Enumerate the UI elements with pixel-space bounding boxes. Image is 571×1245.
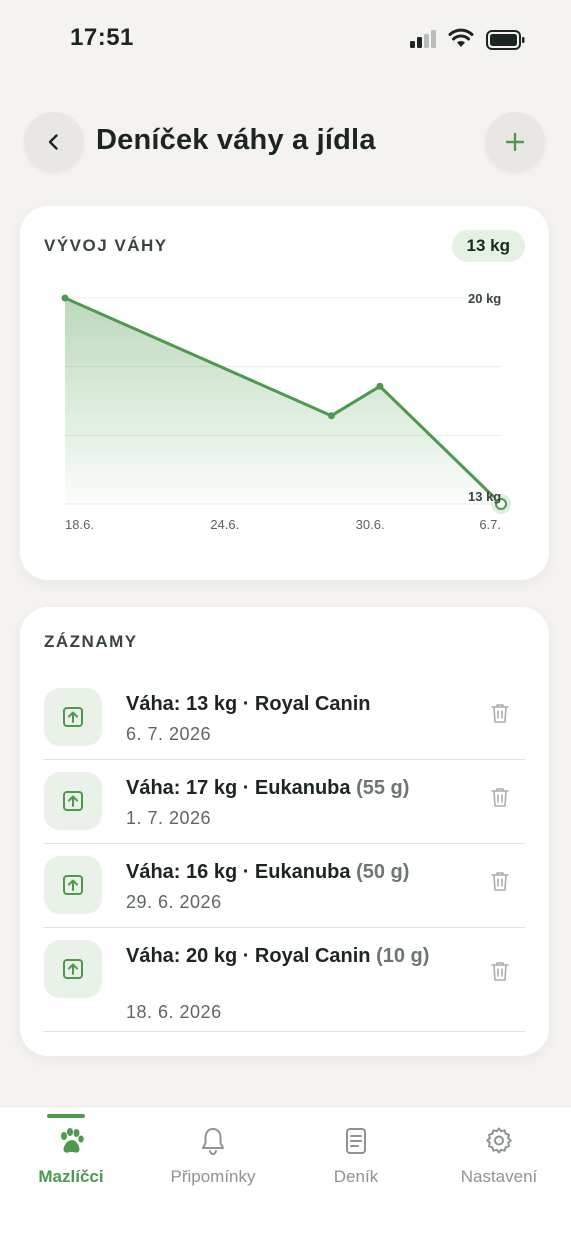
chart-x-tick-label: 30.6. (356, 517, 385, 532)
header: Deníček váhy a jídla (0, 112, 571, 174)
weight-up-icon (63, 791, 83, 811)
status-bar: 17:51 (0, 0, 571, 80)
entry-title: Váha: 16 kg · Eukanuba (50 g) (126, 861, 410, 883)
delete-entry-button[interactable] (488, 959, 512, 983)
entry-item[interactable]: Váha: 20 kg · Royal Canin (10 g) 18. 6. … (44, 940, 525, 1032)
plus-icon (505, 132, 525, 152)
entry-date: 29. 6. 2026 (126, 892, 222, 912)
cellular-signal-icon (410, 30, 436, 48)
entry-date: 1. 7. 2026 (126, 808, 212, 828)
weight-trend-card: VÝVOJ VÁHY 13 kg 20 kg 13 kg 18.6. 24.6. 30.… (20, 206, 549, 580)
chart-y-min-label: 13 kg (468, 489, 501, 504)
entry-type-badge (44, 856, 102, 914)
entries-heading: ZÁZNAMY (44, 632, 138, 651)
bell-icon (202, 1128, 224, 1156)
weight-up-icon (63, 959, 83, 979)
paw-icon (61, 1128, 84, 1153)
tab-journal[interactable]: Deník (285, 1107, 427, 1207)
entry-type-badge (44, 688, 102, 746)
tab-pets[interactable]: Mazlíčci (0, 1107, 142, 1207)
tab-label: Připomínky (170, 1167, 256, 1186)
entries-card: ZÁZNAMY Váha: 13 kg · Royal Canin 6. 7. … (20, 607, 549, 1056)
delete-entry-button[interactable] (488, 701, 512, 725)
tab-label: Deník (333, 1167, 379, 1186)
entry-title: Váha: 13 kg · Royal Canin (126, 693, 371, 715)
active-tab-indicator (47, 1114, 85, 1118)
entry-title: Váha: 20 kg · Royal Canin (10 g) (126, 945, 430, 967)
chart-point (61, 294, 69, 302)
trash-icon (491, 788, 509, 807)
back-button[interactable] (24, 112, 84, 172)
entry-type-badge (44, 940, 102, 998)
tab-bar: Mazlíčci Připomínky Deník Nastavení (0, 1106, 571, 1245)
page-title: Deníček váhy a jídla (96, 124, 376, 156)
divider (44, 759, 525, 760)
gear-icon (486, 1127, 512, 1154)
weight-chart: 20 kg 13 kg 18.6. 24.6. 30.6. 6.7. (61, 291, 511, 532)
tab-reminders[interactable]: Připomínky (142, 1107, 284, 1207)
battery-icon (486, 30, 525, 50)
entry-item[interactable]: Váha: 17 kg · Eukanuba (55 g) 1. 7. 2026 (44, 772, 525, 856)
chart-x-tick-label: 6.7. (479, 517, 501, 532)
tab-label: Mazlíčci (38, 1167, 104, 1186)
chart-x-tick-label: 18.6. (65, 517, 94, 532)
entry-date: 6. 7. 2026 (126, 724, 212, 744)
divider (44, 1031, 525, 1032)
entry-item[interactable]: Váha: 16 kg · Eukanuba (50 g) 29. 6. 202… (44, 856, 525, 940)
divider (44, 843, 525, 844)
tab-settings[interactable]: Nastavení (428, 1107, 570, 1207)
trash-icon (491, 704, 509, 723)
entry-date: 18. 6. 2026 (126, 1002, 222, 1022)
chart-y-max-label: 20 kg (468, 291, 501, 306)
weight-up-icon (63, 875, 83, 895)
entry-item[interactable]: Váha: 13 kg · Royal Canin 6. 7. 2026 (44, 688, 525, 772)
delete-entry-button[interactable] (488, 785, 512, 809)
chart-x-tick-label: 24.6. (210, 517, 239, 532)
weight-up-icon (63, 707, 83, 727)
status-time: 17:51 (70, 24, 134, 51)
entry-type-badge (44, 772, 102, 830)
chevron-left-icon (48, 134, 58, 150)
trash-icon (491, 872, 509, 891)
trash-icon (491, 962, 509, 981)
document-icon (346, 1128, 366, 1154)
add-entry-button[interactable] (485, 112, 545, 172)
entry-title: Váha: 17 kg · Eukanuba (55 g) (126, 777, 410, 799)
chart-area-fill (65, 298, 501, 504)
wifi-icon (448, 28, 474, 47)
tab-label: Nastavení (460, 1167, 538, 1186)
divider (44, 927, 525, 928)
chart-point (327, 412, 335, 420)
chart-point (376, 382, 384, 390)
delete-entry-button[interactable] (488, 869, 512, 893)
